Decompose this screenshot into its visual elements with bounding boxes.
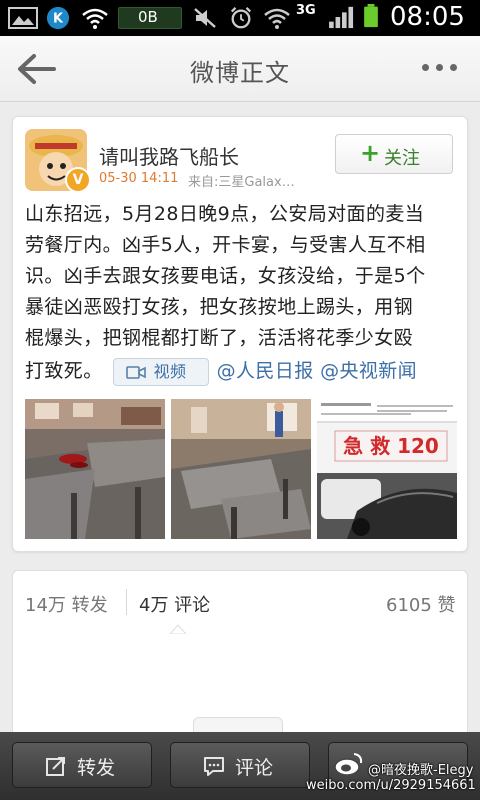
comment-count-tab[interactable]: 4万 评论 xyxy=(139,591,210,617)
post-text-line: 劳餐厅内。凶手5人，开卡宴，与受害人互不相 xyxy=(25,234,426,256)
mention-link[interactable]: @央视新闻 xyxy=(320,360,417,382)
follow-label: 关注 xyxy=(384,148,420,169)
comments-list xyxy=(12,633,468,743)
watermark-url: weibo.com/u/2929154661 xyxy=(306,778,476,793)
watermark-handle: @暗夜挽歌-Elegy xyxy=(368,763,474,778)
video-link-label: 视频 xyxy=(153,361,187,381)
wifi-icon xyxy=(82,8,108,29)
title-bar: 微博正文 xyxy=(0,36,480,102)
network-type: 3G xyxy=(296,3,316,18)
more-dot-icon xyxy=(450,64,457,71)
like-count-tab[interactable]: 6105 赞 xyxy=(386,591,456,617)
post-text-line: 暴徒凶恶殴打女孩，把女孩按地上踢头，用钢 xyxy=(25,296,414,318)
svg-text:K: K xyxy=(53,12,64,27)
alarm-icon xyxy=(230,7,252,29)
ambulance-sign-text: 急 救 120 xyxy=(343,434,439,458)
wifi-signal-icon xyxy=(264,8,290,29)
more-dot-icon xyxy=(436,64,443,71)
post-text-line: 棍爆头，把钢棍都打断了，活活将花季少女殴 xyxy=(25,327,414,349)
repost-count-tab[interactable]: 14万 转发 xyxy=(25,591,108,617)
verified-badge-icon: V xyxy=(65,167,91,193)
post-card: V 请叫我路飞船长 05-30 14:11 来自:三星Galax… + 关注 山… xyxy=(12,116,468,552)
username[interactable]: 请叫我路飞船长 xyxy=(99,141,239,170)
comment-label: 评论 xyxy=(235,757,274,779)
repost-button[interactable]: 转发 xyxy=(12,742,152,788)
k-app-icon: K xyxy=(46,6,70,30)
post-text: 山东招远，5月28日晚9点，公安局对面的麦当 劳餐厅内。凶手5人，开卡宴，与受害… xyxy=(25,199,457,387)
comment-bubble-icon xyxy=(204,757,224,776)
mute-icon xyxy=(194,8,216,28)
ambulance-news-image: 急 救 120 xyxy=(317,399,457,539)
video-camera-icon xyxy=(125,365,146,379)
active-tab-caret-icon xyxy=(170,624,186,634)
repost-label: 转发 xyxy=(77,757,116,779)
stats-bar: 14万 转发 4万 评论 6105 赞 xyxy=(12,570,468,634)
gallery-icon xyxy=(8,7,38,29)
restaurant-scene-image xyxy=(25,399,165,539)
more-dot-icon xyxy=(422,64,429,71)
video-link-button[interactable]: 视频 xyxy=(112,357,209,386)
more-options-button[interactable] xyxy=(422,62,462,76)
post-text-line-last: 打致死。 视频 @人民日报 @央视新闻 xyxy=(25,356,457,387)
page-title: 微博正文 xyxy=(190,59,290,87)
cell-signal-icon xyxy=(329,6,354,29)
post-text-line: 识。凶手去跟女孩要电话，女孩没给，于是5个 xyxy=(25,265,426,287)
battery-icon xyxy=(364,4,378,28)
clock: 08:05 xyxy=(390,2,465,32)
mention-link[interactable]: @人民日报 xyxy=(217,360,314,382)
weibo-logo-icon xyxy=(334,753,363,776)
post-text-line: 山东招远，5月28日晚9点，公安局对面的麦当 xyxy=(25,203,425,225)
restaurant-interior-image xyxy=(171,399,311,539)
post-image-1[interactable] xyxy=(25,399,165,539)
post-source: 来自:三星Galax… xyxy=(188,175,295,190)
follow-button[interactable]: + 关注 xyxy=(335,134,453,174)
post-image-2[interactable] xyxy=(171,399,311,539)
post-image-3[interactable]: 急 救 120 xyxy=(317,399,457,539)
post-text-end: 打致死。 xyxy=(25,360,103,382)
plus-icon: + xyxy=(360,139,381,167)
comment-button[interactable]: 评论 xyxy=(170,742,310,788)
stats-divider xyxy=(126,589,127,615)
post-time: 05-30 14:11 xyxy=(99,171,179,186)
net-speed: 0B xyxy=(138,8,158,26)
repost-icon xyxy=(46,757,65,776)
status-bar: K 0B 3G 08:05 xyxy=(0,0,480,36)
